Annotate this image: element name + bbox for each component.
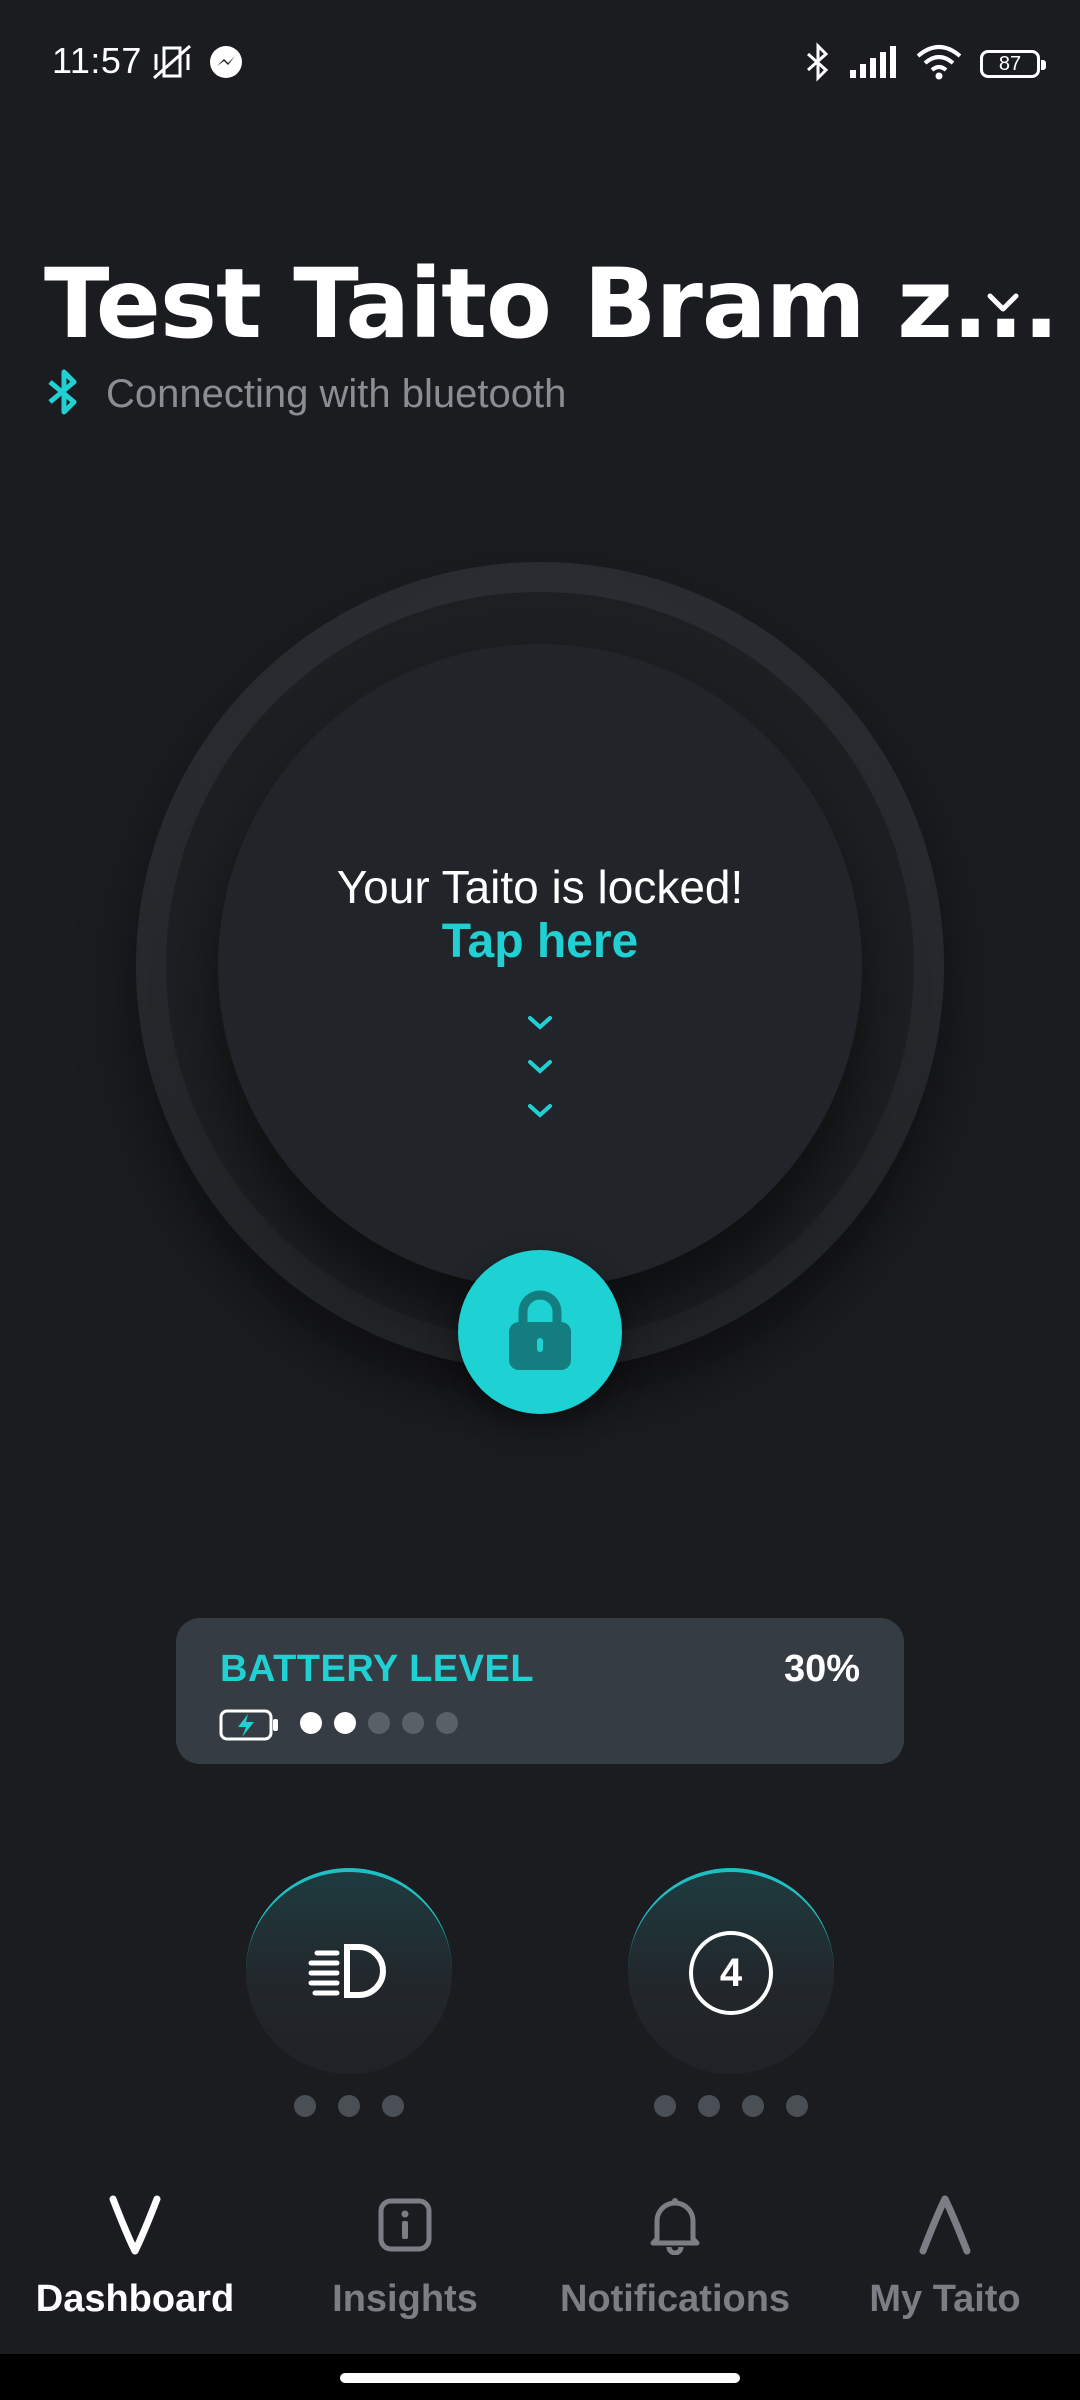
battery-charging-icon: [218, 1708, 280, 1747]
chevron-down-icon[interactable]: [978, 278, 1028, 328]
light-mode-button[interactable]: [246, 1868, 452, 2074]
taito-a-icon: [810, 2180, 1080, 2270]
nav-item-my-taito[interactable]: My Taito: [810, 2180, 1080, 2321]
battery-dot: [334, 1712, 356, 1734]
connection-status: Connecting with bluetooth: [106, 372, 567, 416]
battery-value: 30%: [783, 1648, 860, 1690]
nav-item-notifications[interactable]: Notifications: [540, 2180, 810, 2321]
chevron-down-icon: [520, 1010, 560, 1135]
info-icon: [270, 2180, 540, 2270]
battery-dot: [402, 1712, 424, 1734]
home-indicator[interactable]: [340, 2373, 740, 2383]
level-dot: [338, 2095, 360, 2117]
vibrate-off-icon: [150, 42, 194, 87]
battery-dot: [436, 1712, 458, 1734]
battery-level-dots: [300, 1712, 458, 1734]
messenger-icon: [208, 44, 244, 85]
lock-message: Your Taito is locked!: [336, 861, 744, 913]
tap-here-link[interactable]: Tap here: [218, 914, 862, 969]
status-time: 11:57: [52, 40, 142, 81]
speed-level: 4: [689, 1931, 773, 2015]
level-dot: [382, 2095, 404, 2117]
level-dot: [742, 2095, 764, 2117]
bell-icon: [540, 2180, 810, 2270]
battery-dot: [300, 1712, 322, 1734]
lock-button[interactable]: [458, 1250, 622, 1414]
level-dot: [294, 2095, 316, 2117]
taito-v-icon: [0, 2180, 270, 2270]
bluetooth-icon: [44, 366, 84, 423]
battery-label: BATTERY LEVEL: [220, 1648, 535, 1690]
wifi-icon: [916, 44, 962, 85]
level-dot: [654, 2095, 676, 2117]
device-title[interactable]: Test Taito Bram z...: [44, 248, 1059, 360]
nav-item-insights[interactable]: Insights: [270, 2180, 540, 2321]
headlight-icon: [307, 1941, 391, 2006]
bluetooth-icon: [804, 41, 832, 87]
level-dot: [786, 2095, 808, 2117]
battery-dot: [368, 1712, 390, 1734]
nav-item-dashboard[interactable]: Dashboard: [0, 2180, 270, 2321]
speed-mode-button[interactable]: 4: [628, 1868, 834, 2074]
battery-card: [176, 1618, 904, 1764]
light-level-dots: [294, 2095, 404, 2117]
signal-icon: [850, 45, 898, 83]
level-dot: [698, 2095, 720, 2117]
battery-indicator: 87: [980, 50, 1046, 78]
speed-level-dots: [654, 2095, 808, 2117]
lock-icon: [505, 1288, 575, 1377]
